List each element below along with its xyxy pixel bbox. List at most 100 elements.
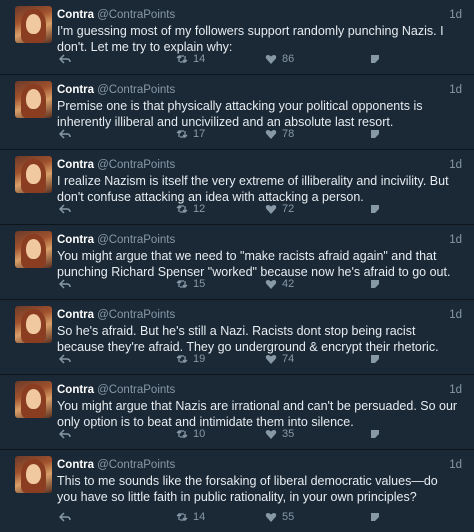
reply-button[interactable] (59, 353, 71, 365)
retweet-icon (176, 130, 188, 138)
tweet[interactable]: Contra @ContraPoints 1d I'm guessing most… (0, 0, 474, 75)
retweet-button[interactable]: 14 (176, 511, 205, 523)
tweet-time[interactable]: 1d (449, 158, 462, 172)
avatar[interactable] (15, 156, 52, 193)
like-count: 86 (282, 53, 295, 65)
tweet-actions: 15 42 (57, 278, 462, 292)
more-button[interactable] (369, 511, 381, 523)
retweet-icon (176, 55, 188, 63)
more-icon (371, 205, 379, 213)
tweet-thread: Contra @ContraPoints 1d I'm guessing most… (0, 0, 474, 532)
reply-button[interactable] (59, 278, 71, 290)
like-count: 74 (282, 353, 295, 365)
author-handle[interactable]: @ContraPoints (97, 384, 175, 396)
avatar[interactable] (15, 381, 52, 418)
more-button[interactable] (369, 128, 381, 140)
tweet-time[interactable]: 1d (449, 383, 462, 397)
author-name[interactable]: Contra (57, 84, 94, 96)
tweet-actions: 12 72 (57, 203, 462, 217)
tweet[interactable]: Contra @ContraPoints 1d This to me sounds… (0, 450, 474, 532)
tweet-actions: 17 78 (57, 128, 462, 142)
author-name[interactable]: Contra (57, 9, 94, 21)
retweet-icon (176, 205, 188, 213)
like-button[interactable]: 86 (265, 53, 294, 65)
tweet-text: This to me sounds like the forsaking of … (57, 474, 438, 504)
more-icon (371, 513, 379, 521)
tweet[interactable]: Contra @ContraPoints 1d You might argue t… (0, 225, 474, 300)
retweet-count: 15 (193, 278, 206, 290)
more-icon (371, 430, 379, 438)
tweet-text: You might argue that Nazis are irrationa… (57, 399, 458, 429)
avatar[interactable] (15, 231, 52, 268)
author-handle[interactable]: @ContraPoints (97, 234, 175, 246)
retweet-count: 17 (193, 128, 206, 140)
more-button[interactable] (369, 428, 381, 440)
author-name[interactable]: Contra (57, 234, 94, 246)
tweet-text: So he's afraid. But he's still a Nazi. R… (57, 324, 439, 354)
reply-button[interactable] (59, 511, 71, 523)
author-name[interactable]: Contra (57, 159, 94, 171)
more-icon (371, 130, 379, 138)
heart-icon (265, 429, 277, 439)
retweet-icon (176, 513, 188, 521)
author-name[interactable]: Contra (57, 459, 94, 471)
reply-icon (59, 54, 71, 64)
retweet-icon (176, 430, 188, 438)
tweet-time[interactable]: 1d (449, 458, 462, 472)
author-handle[interactable]: @ContraPoints (97, 159, 175, 171)
heart-icon (265, 354, 277, 364)
avatar[interactable] (15, 306, 52, 343)
like-button[interactable]: 74 (265, 353, 294, 365)
reply-button[interactable] (59, 53, 71, 65)
author-name[interactable]: Contra (57, 309, 94, 321)
reply-button[interactable] (59, 428, 71, 440)
avatar[interactable] (15, 81, 52, 118)
more-button[interactable] (369, 353, 381, 365)
more-button[interactable] (369, 278, 381, 290)
like-button[interactable]: 42 (265, 278, 294, 290)
retweet-button[interactable]: 15 (176, 278, 205, 290)
like-button[interactable]: 72 (265, 203, 294, 215)
like-button[interactable]: 35 (265, 428, 294, 440)
tweet[interactable]: Contra @ContraPoints 1d You might argue t… (0, 375, 474, 450)
tweet-text: I realize Nazism is itself the very extr… (57, 174, 449, 204)
more-button[interactable] (369, 203, 381, 215)
retweet-count: 14 (193, 53, 206, 65)
retweet-button[interactable]: 10 (176, 428, 205, 440)
tweet-time[interactable]: 1d (449, 308, 462, 322)
retweet-button[interactable]: 12 (176, 203, 205, 215)
tweet-time[interactable]: 1d (449, 8, 462, 22)
like-button[interactable]: 55 (265, 511, 294, 523)
tweet-actions: 14 55 (57, 511, 462, 525)
reply-button[interactable] (59, 128, 71, 140)
retweet-icon (176, 280, 188, 288)
retweet-button[interactable]: 14 (176, 53, 205, 65)
author-name[interactable]: Contra (57, 384, 94, 396)
more-button[interactable] (369, 53, 381, 65)
avatar[interactable] (15, 6, 52, 43)
tweet-time[interactable]: 1d (449, 83, 462, 97)
retweet-button[interactable]: 17 (176, 128, 205, 140)
like-count: 78 (282, 128, 295, 140)
retweet-icon (176, 355, 188, 363)
author-handle[interactable]: @ContraPoints (97, 459, 175, 471)
avatar[interactable] (15, 456, 52, 493)
author-handle[interactable]: @ContraPoints (97, 9, 175, 21)
tweet-text: Premise one is that physically attacking… (57, 99, 423, 129)
author-handle[interactable]: @ContraPoints (97, 309, 175, 321)
author-handle[interactable]: @ContraPoints (97, 84, 175, 96)
tweet-text: I'm guessing most of my followers suppor… (57, 24, 444, 54)
heart-icon (265, 204, 277, 214)
tweet[interactable]: Contra @ContraPoints 1d Premise one is th… (0, 75, 474, 150)
tweet[interactable]: Contra @ContraPoints 1d So he's afraid. B… (0, 300, 474, 375)
retweet-count: 14 (193, 511, 206, 523)
heart-icon (265, 54, 277, 64)
tweet-time[interactable]: 1d (449, 233, 462, 247)
retweet-count: 12 (193, 203, 206, 215)
reply-button[interactable] (59, 203, 71, 215)
like-button[interactable]: 78 (265, 128, 294, 140)
tweet[interactable]: Contra @ContraPoints 1d I realize Nazism … (0, 150, 474, 225)
like-count: 35 (282, 428, 295, 440)
retweet-button[interactable]: 19 (176, 353, 205, 365)
more-icon (371, 355, 379, 363)
